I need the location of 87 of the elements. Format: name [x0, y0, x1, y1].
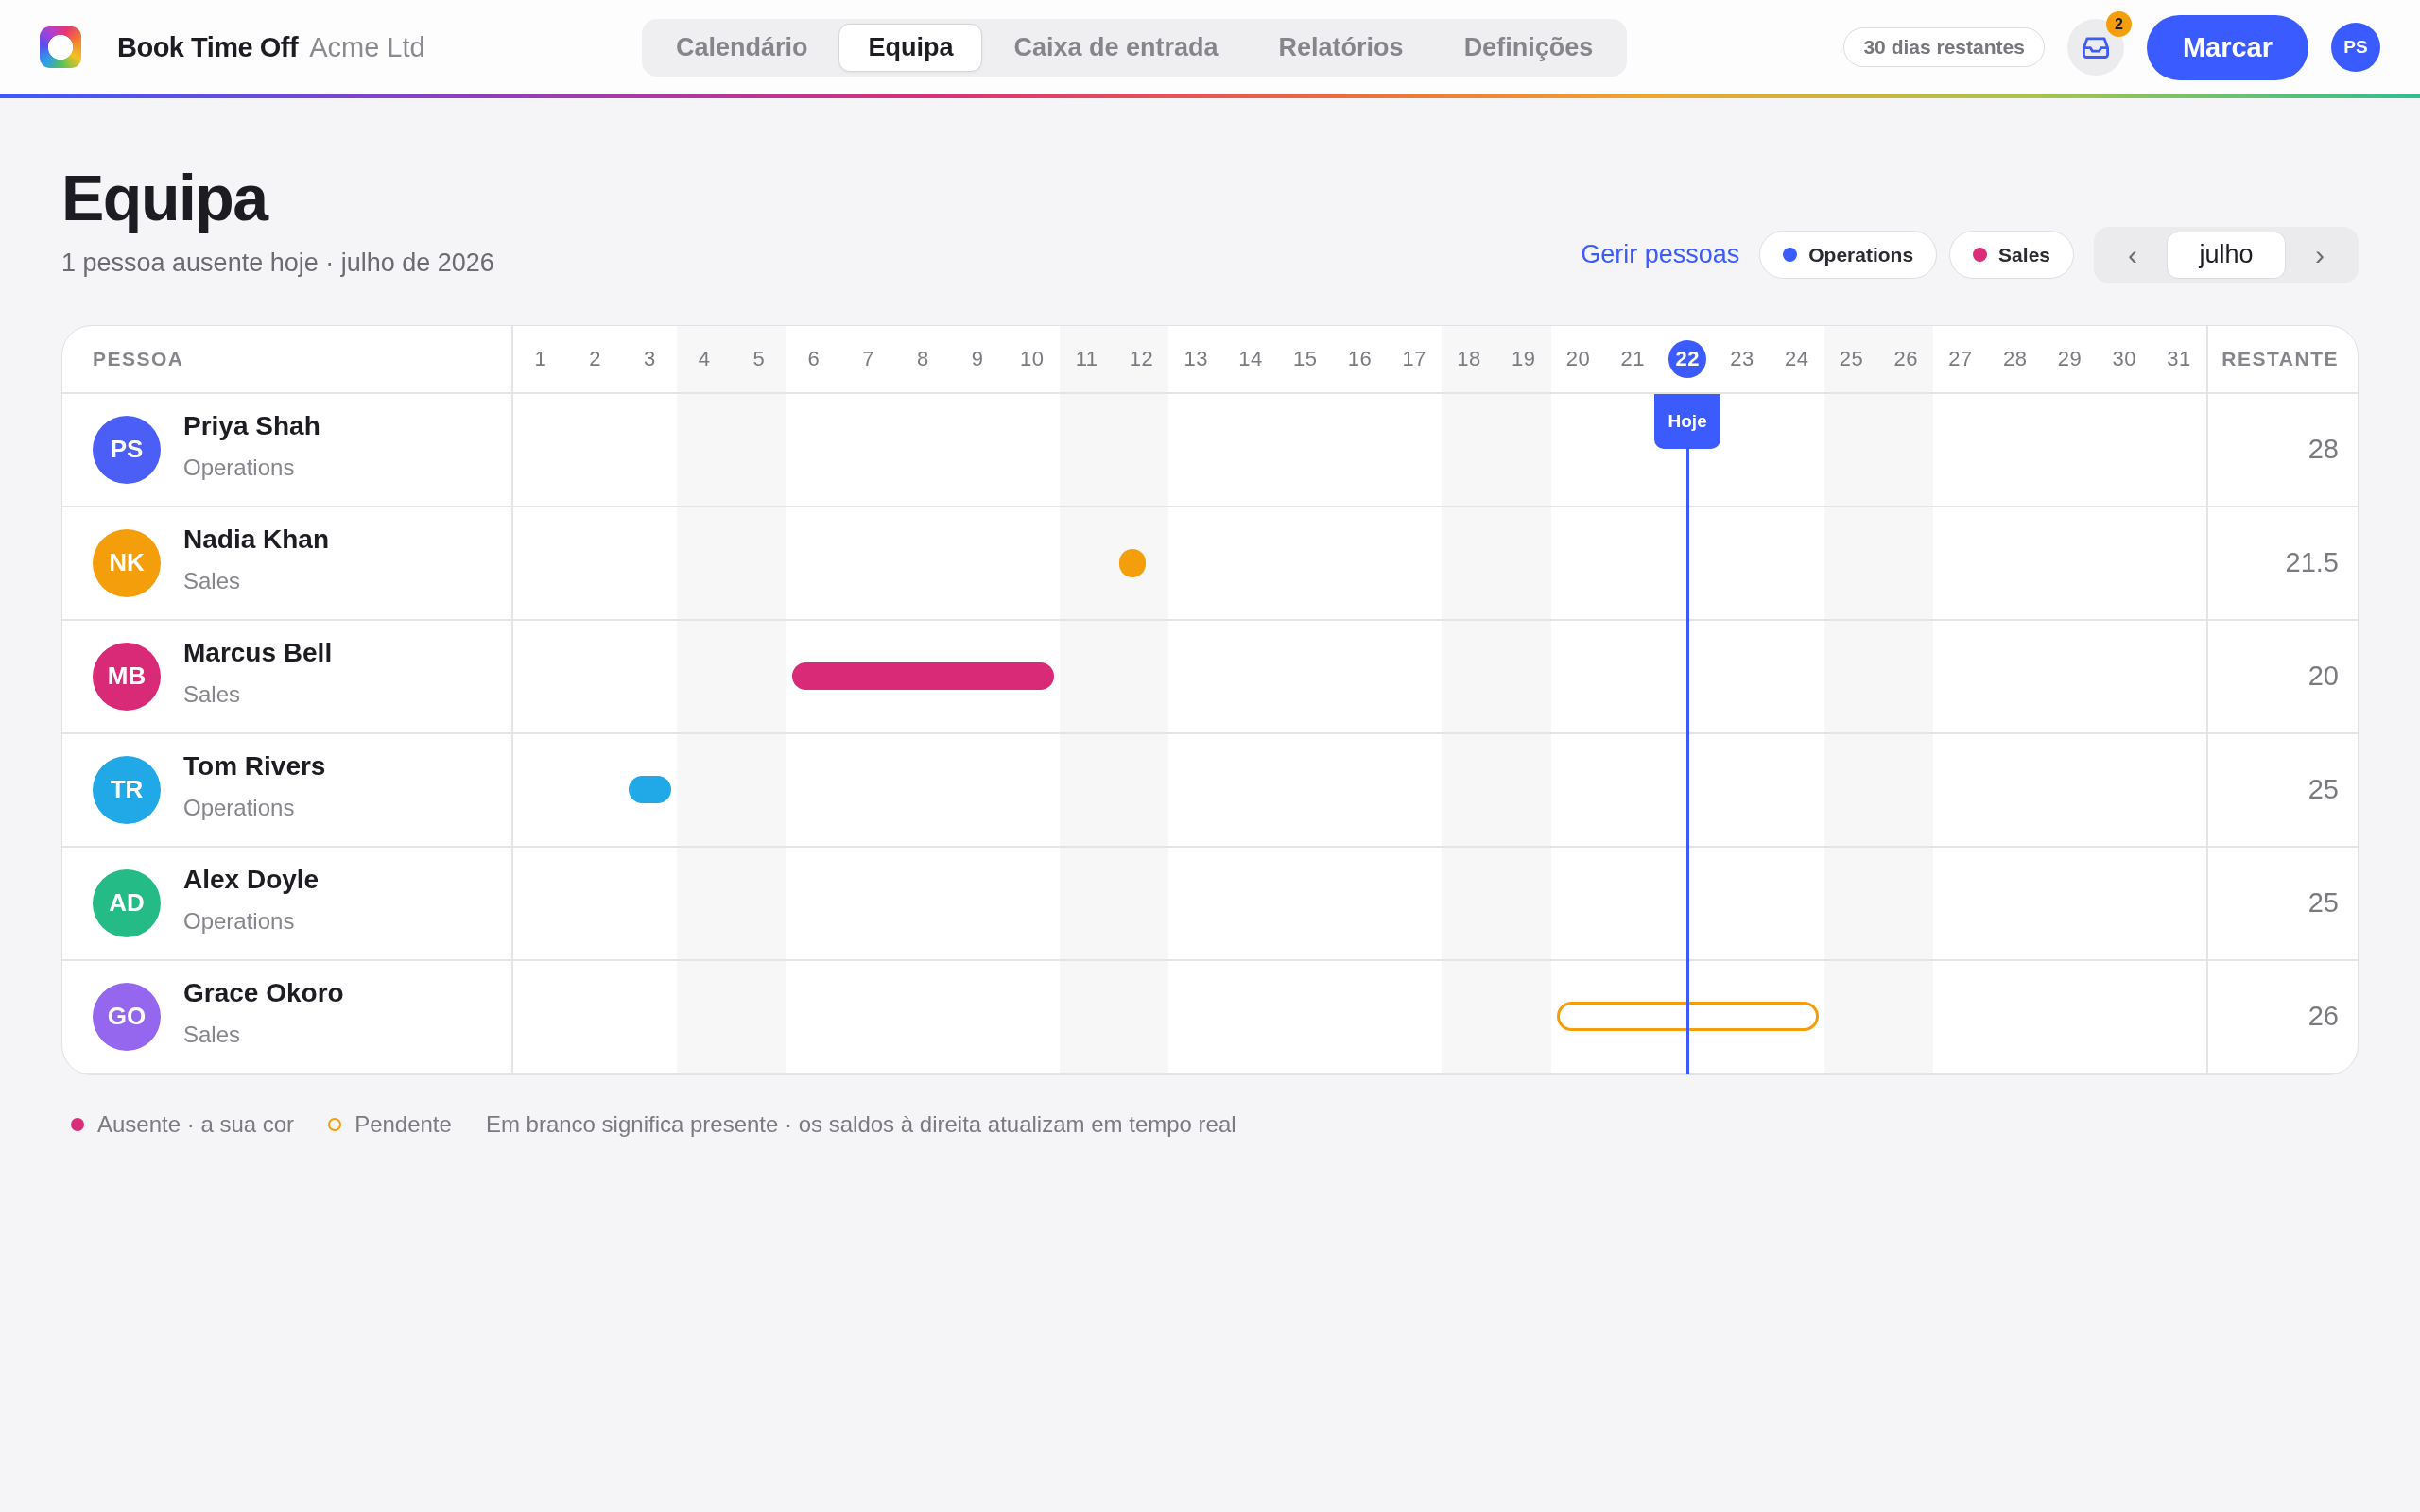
nav-tab[interactable]: Calendário [646, 23, 838, 72]
day-number: 13 [1183, 345, 1209, 372]
department-label: Operations [183, 907, 296, 935]
day-number: 31 [2166, 345, 2192, 372]
day-number: 4 [697, 345, 712, 372]
day-number: 15 [1291, 345, 1319, 372]
day-number: 28 [2002, 345, 2029, 372]
person-name: Marcus Bell [183, 637, 333, 668]
organization-name: Acme Ltd [309, 31, 425, 63]
remaining-days-value: 26 [2308, 1001, 2339, 1033]
day-number: 7 [861, 345, 875, 372]
filter-label: Operations [1808, 243, 1914, 266]
day-number: 22 [1668, 339, 1707, 378]
day-number: 8 [915, 345, 930, 372]
day-number: 21 [1619, 345, 1647, 372]
remaining-days-value: 25 [2308, 774, 2339, 806]
person-name: Grace Okoro [183, 977, 344, 1008]
person-name: Priya Shah [183, 410, 320, 441]
day-number: 11 [1074, 345, 1099, 372]
user-avatar[interactable]: PS [2331, 23, 2380, 72]
nav-tab[interactable]: Equipa [838, 23, 983, 72]
day-number: 5 [752, 345, 767, 372]
day-number: 14 [1237, 345, 1264, 372]
day-number: 18 [1456, 345, 1482, 372]
nav-tab[interactable]: Caixa de entrada [984, 23, 1248, 72]
legend-note: Em branco significa presente · os saldos à direita atualizam em tempo real [485, 1110, 1236, 1138]
avatar: MB [93, 642, 161, 711]
pending-absence-bar[interactable] [1556, 1002, 1819, 1032]
manage-people-link[interactable]: Gerir pessoas [1581, 240, 1740, 270]
book-button[interactable]: Marcar [2146, 14, 2308, 80]
next-month-button[interactable]: › [2286, 231, 2354, 279]
department-filter-chip[interactable]: Operations [1759, 231, 1938, 280]
day-number: 24 [1783, 345, 1810, 372]
legend-label: Pendente [354, 1110, 452, 1138]
day-number: 17 [1401, 345, 1427, 372]
notification-count: 2 [2105, 11, 2132, 37]
day-number: 2 [588, 345, 603, 372]
day-number: 29 [2056, 345, 2083, 372]
absence-bar[interactable] [628, 776, 672, 804]
column-header: PESSOA [93, 347, 184, 370]
day-number: 20 [1564, 345, 1592, 372]
day-number: 9 [970, 345, 985, 372]
department-label: Sales [183, 680, 242, 708]
avatar: PS [93, 415, 161, 484]
avatar: GO [93, 982, 161, 1051]
day-number: 12 [1128, 345, 1155, 372]
remaining-days-value: 25 [2308, 887, 2339, 919]
avatar: TR [93, 755, 161, 824]
remaining-days-value: 28 [2308, 434, 2339, 466]
days-left-pill: 30 dias restantes [1843, 27, 2045, 67]
day-number: 1 [533, 345, 548, 372]
today-label: Hoje [1654, 393, 1721, 449]
remaining-days-value: 21.5 [2285, 547, 2339, 579]
month-button[interactable]: julho [2167, 231, 2286, 279]
day-number: 27 [1947, 345, 1974, 372]
day-number: 16 [1346, 345, 1374, 372]
page-title: Equipa [61, 163, 269, 233]
department-label: Operations [183, 454, 296, 481]
nav-tab[interactable]: Relatórios [1249, 23, 1433, 72]
inbox-icon [2082, 36, 2109, 59]
absence-bar[interactable] [791, 662, 1054, 691]
day-number: 25 [1838, 345, 1865, 372]
department-label: Sales [183, 1021, 242, 1048]
day-number: 10 [1019, 345, 1046, 372]
legend-label: Ausente · a sua cor [97, 1110, 295, 1138]
logo-icon [40, 26, 81, 68]
column-header: RESTANTE [2221, 347, 2339, 370]
department-filter-chip[interactable]: Sales [1949, 231, 2074, 280]
previous-month-button[interactable]: ‹ [2099, 231, 2167, 279]
person-name: Tom Rivers [183, 750, 326, 782]
remaining-days-value: 20 [2308, 661, 2339, 693]
day-number: 23 [1729, 345, 1755, 372]
department-label: Operations [183, 794, 296, 821]
person-name: Nadia Khan [183, 524, 330, 555]
day-number: 19 [1511, 345, 1537, 372]
department-label: Sales [183, 567, 242, 594]
person-name: Alex Doyle [183, 864, 320, 895]
filter-label: Sales [1998, 243, 2050, 266]
page-subtitle: 1 pessoa ausente hoje · julho de 2026 [61, 248, 494, 278]
app-name: Book Time Off [117, 31, 299, 63]
day-number: 30 [2111, 345, 2138, 372]
avatar: NK [93, 528, 161, 597]
avatar: AD [93, 868, 161, 937]
day-number: 6 [806, 345, 821, 372]
day-number: 26 [1893, 345, 1919, 372]
day-number: 3 [643, 345, 657, 372]
nav-tab[interactable]: Definições [1434, 23, 1623, 72]
